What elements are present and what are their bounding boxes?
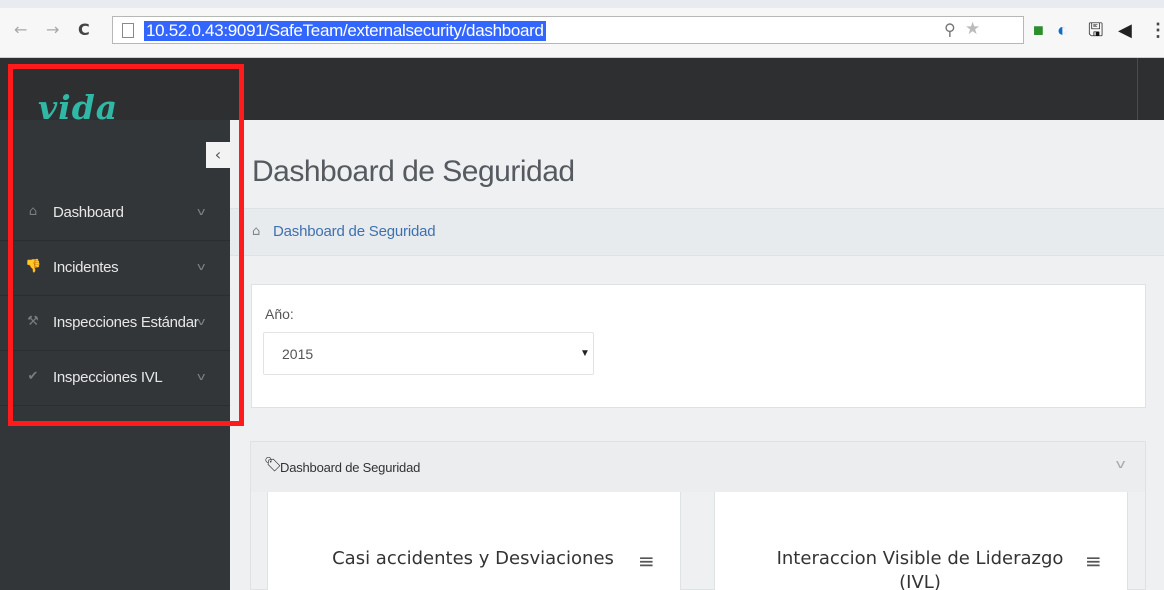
extension-save-icon[interactable]: 🖫 — [1088, 20, 1103, 40]
dashboard-panel-header[interactable]: 🏷 Dashboard de Seguridad v — [251, 442, 1145, 492]
breadcrumb-link[interactable]: Dashboard de Seguridad — [273, 223, 436, 240]
dashboard-panel-title: Dashboard de Seguridad — [280, 460, 421, 475]
dashboard-panel: 🏷 Dashboard de Seguridad v Casi accident… — [250, 441, 1146, 590]
extension-arrow-icon[interactable]: ◀ — [1118, 20, 1132, 40]
dropdown-arrow-icon: ▼ — [580, 348, 590, 359]
sidebar-item-label: Incidentes — [53, 259, 119, 276]
chart-menu-icon[interactable]: ≡ — [638, 549, 655, 573]
chevron-down-icon: v — [197, 315, 206, 328]
sidebar-collapse-button[interactable]: ‹ — [206, 142, 230, 168]
home-icon: ⌂ — [28, 204, 38, 219]
browser-toolbar: ← → C 10.52.0.43:9091/SafeTeam/externals… — [0, 0, 1164, 58]
chevron-down-icon: v — [197, 260, 206, 273]
back-button[interactable]: ← — [14, 21, 27, 39]
breadcrumb: ⌂ Dashboard de Seguridad — [230, 208, 1164, 256]
page-title: Dashboard de Seguridad — [252, 155, 575, 188]
gavel-icon: ⚒ — [27, 314, 39, 329]
app-header: vida — [0, 58, 1164, 127]
chart-card-casi-accidentes: Casi accidentes y Desviaciones ≡ — [267, 492, 681, 590]
sidebar-item-label: Inspecciones IVL — [53, 369, 163, 386]
sidebar-item-dashboard[interactable]: ⌂ Dashboard v — [0, 186, 230, 241]
year-filter-panel: Año: 2015 ▼ — [251, 284, 1146, 408]
chevron-down-icon: v — [197, 205, 206, 218]
extension-green-icon[interactable]: ■ — [1033, 20, 1044, 40]
sidebar-item-label: Inspecciones Estándar — [53, 314, 199, 331]
browser-menu-icon[interactable]: ⋮ — [1149, 20, 1164, 40]
sidebar-item-inspecciones-ivl[interactable]: ✔ Inspecciones IVL v — [0, 351, 230, 406]
chart-title: Casi accidentes y Desviaciones — [332, 548, 614, 569]
page-icon — [122, 23, 134, 38]
reload-button[interactable]: C — [78, 21, 90, 39]
chart-card-ivl: Interaccion Visible de Liderazgo (IVL) ≡ — [714, 492, 1128, 590]
sidebar-item-incidentes[interactable]: 👎 Incidentes v — [0, 241, 230, 296]
chevron-down-icon[interactable]: v — [1116, 457, 1126, 471]
tab-strip-edge — [0, 0, 1164, 8]
sidebar-item-inspecciones-estandar[interactable]: ⚒ Inspecciones Estándar v — [0, 296, 230, 351]
sidebar-menu: ⌂ Dashboard v 👎 Incidentes v ⚒ Inspeccio… — [0, 186, 230, 406]
sidebar: ‹ ⌂ Dashboard v 👎 Incidentes v ⚒ Inspecc… — [0, 120, 230, 590]
chart-title: Interaccion Visible de Liderazgo (IVL) — [776, 548, 1064, 590]
forward-button[interactable]: → — [46, 21, 59, 39]
extension-signal-icon[interactable]: ◐ — [1057, 20, 1068, 40]
address-bar[interactable]: 10.52.0.43:9091/SafeTeam/externalsecurit… — [112, 16, 1024, 44]
year-select[interactable]: 2015 ▼ — [263, 332, 594, 375]
home-icon: ⌂ — [252, 224, 261, 239]
year-select-value: 2015 — [282, 346, 314, 362]
search-icon[interactable]: ⚲ — [944, 20, 956, 40]
header-divider — [1137, 58, 1138, 120]
chart-menu-icon[interactable]: ≡ — [1085, 549, 1102, 573]
url-text[interactable]: 10.52.0.43:9091/SafeTeam/externalsecurit… — [144, 21, 546, 41]
check-icon: ✔ — [27, 369, 39, 384]
bookmark-star-icon[interactable]: ★ — [965, 19, 980, 39]
year-label: Año: — [265, 306, 294, 322]
sidebar-item-label: Dashboard — [53, 204, 124, 221]
chevron-down-icon: v — [197, 370, 206, 383]
thumbs-down-icon: 👎 — [25, 259, 42, 274]
main-content: Dashboard de Seguridad ⌂ Dashboard de Se… — [230, 120, 1164, 590]
